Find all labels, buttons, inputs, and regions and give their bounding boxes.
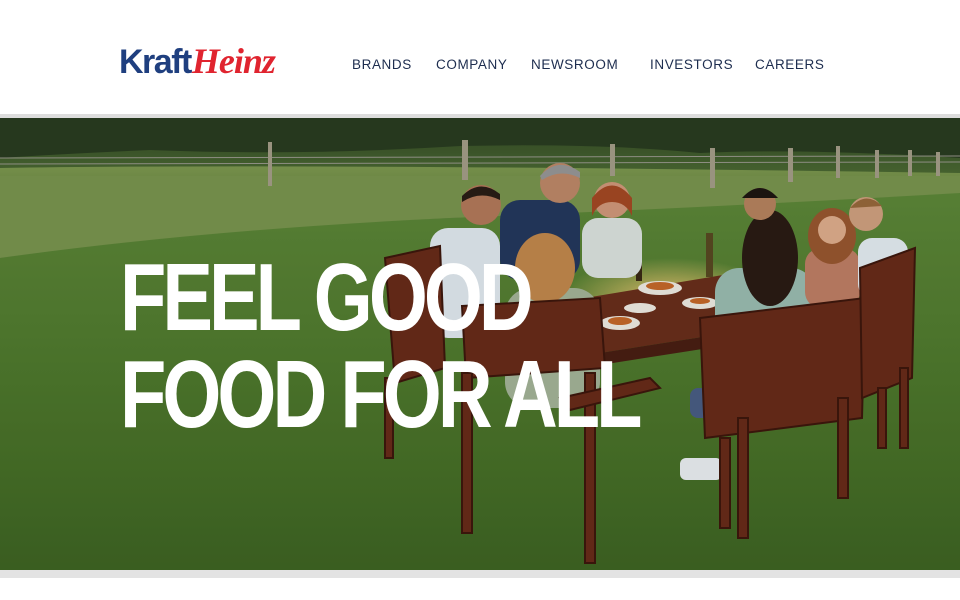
hero-banner: FEEL GOOD FOOD FOR ALL [0, 118, 960, 570]
nav-investors[interactable]: INVESTORS [650, 57, 733, 72]
nav-company[interactable]: COMPANY [436, 57, 507, 72]
hero-headline-line-2: FOOD FOR ALL [120, 341, 642, 448]
hero-headline-line-1: FEEL GOOD [120, 244, 534, 351]
nav-careers[interactable]: CAREERS [755, 57, 824, 72]
hero-bottom-bar [0, 570, 960, 578]
main-navigation: BRANDS COMPANY NEWSROOM INVESTORS CAREER… [0, 57, 960, 77]
site-header: Kraft Heinz BRANDS COMPANY NEWSROOM INVE… [0, 0, 960, 114]
nav-brands[interactable]: BRANDS [352, 57, 412, 72]
hero-headline: FEEL GOOD FOOD FOR ALL [120, 244, 642, 448]
nav-newsroom[interactable]: NEWSROOM [531, 57, 618, 72]
